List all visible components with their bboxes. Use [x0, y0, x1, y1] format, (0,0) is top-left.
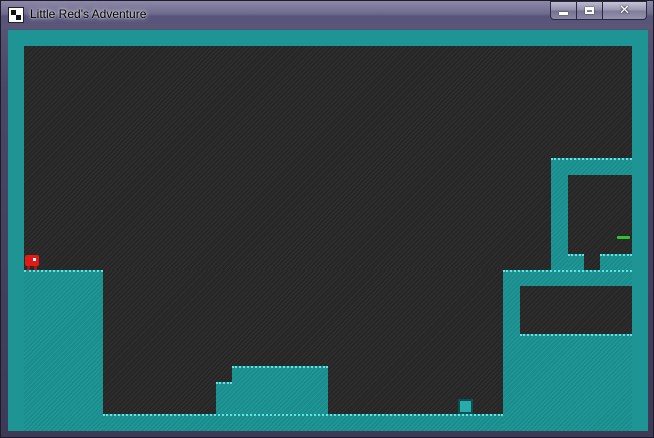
minimize-icon: [559, 12, 568, 15]
right-tunnel-floor: [520, 334, 632, 340]
close-button[interactable]: ✕: [603, 1, 647, 20]
player-leg: [34, 266, 37, 270]
game-window: Little Red's Adventure ✕: [0, 0, 654, 438]
close-icon: ✕: [619, 3, 630, 18]
goal-switch: [617, 236, 633, 256]
game-viewport[interactable]: [8, 30, 648, 431]
goal-bar: [617, 236, 630, 239]
player-character: [25, 255, 39, 270]
center-platform: [232, 366, 328, 417]
app-icon[interactable]: [8, 7, 24, 23]
pushable-crate: [458, 399, 473, 414]
window-title: Little Red's Adventure: [30, 7, 147, 21]
goal-stem: [622, 246, 625, 252]
left-floor-block: [24, 270, 103, 431]
player-eye: [33, 258, 36, 261]
player-leg: [27, 266, 30, 270]
minimize-button[interactable]: [550, 1, 577, 20]
player-body: [25, 255, 39, 266]
window-controls: ✕: [550, 1, 647, 21]
right-lower-tunnel: [520, 286, 632, 334]
maximize-button[interactable]: [577, 1, 603, 20]
title-bar[interactable]: Little Red's Adventure ✕: [1, 1, 653, 29]
step-platform: [216, 382, 232, 417]
bottom-floor: [103, 414, 503, 431]
maximize-icon: [585, 7, 594, 14]
play-area-upper: [24, 46, 632, 270]
